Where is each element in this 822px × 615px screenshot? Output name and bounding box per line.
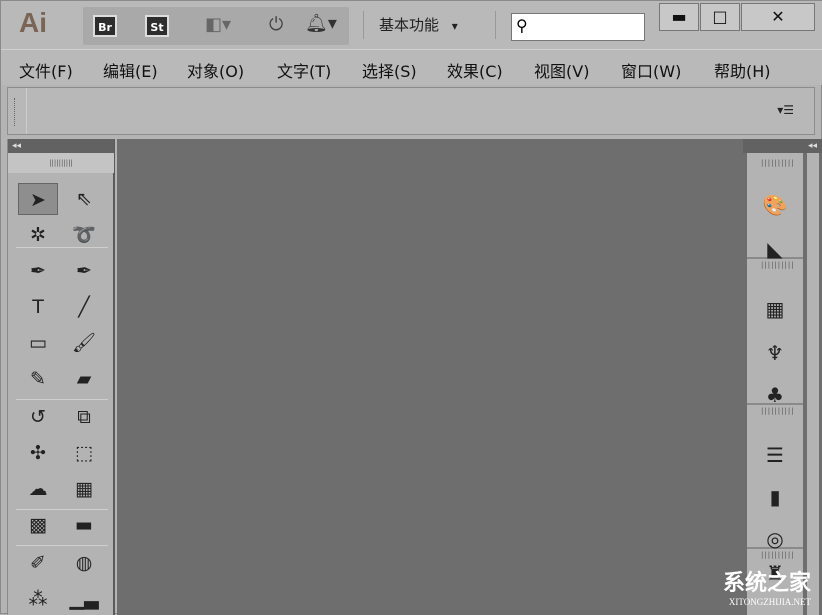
menu-effect[interactable]: 效果(C) (447, 58, 503, 82)
dock-scrollbar[interactable] (807, 153, 819, 615)
close-button[interactable]: ✕ (741, 3, 815, 31)
puppet-warp-tool[interactable]: ✣ (18, 437, 58, 469)
eyedropper-tool[interactable]: ✐ (18, 547, 58, 579)
control-panel: ▾☰ (7, 87, 815, 135)
perspective-grid-tool[interactable]: ▦ (64, 473, 104, 505)
collapse-tools-button[interactable]: ◂◂ (8, 139, 114, 153)
blend-tool[interactable]: ◍ (64, 547, 104, 579)
color-panel-icon[interactable]: 🎨 (747, 185, 803, 225)
sync-icon[interactable]: ⏻ (269, 14, 283, 35)
workspace-label: 基本功能 (379, 16, 439, 34)
menu-type[interactable]: 文字(T) (277, 58, 331, 82)
watermark: 系统之家 XITONGZHIJIA.NET (723, 565, 811, 607)
workspace-switcher[interactable]: 基本功能 ▾ (379, 14, 458, 35)
panel-icons: ||||||||||||||||||||||||||||||||||||||||… (747, 153, 803, 615)
stroke-panel-icon[interactable]: ☰ (747, 435, 803, 475)
menu-view[interactable]: 视图(V) (534, 58, 589, 82)
notifications-icon[interactable]: 🔔︎▾ (305, 13, 337, 34)
free-transform-tool[interactable]: ⬚ (64, 437, 104, 469)
tools-divider (16, 509, 108, 510)
control-menu-icon[interactable]: ▾☰ (777, 103, 794, 117)
mesh-tool[interactable]: ▩ (18, 509, 58, 541)
tools-divider (16, 247, 108, 248)
shape-builder-tool[interactable]: ☁ (18, 473, 58, 505)
line-tool[interactable]: ╱ (64, 291, 104, 323)
paintbrush-tool[interactable]: 🖌 (64, 327, 104, 359)
collapse-dock-button[interactable]: ◂◂ (743, 139, 822, 153)
menu-select[interactable]: 选择(S) (362, 58, 417, 82)
app-bar: Br St ◧▾ ⏻ 🔔︎▾ (83, 7, 349, 45)
control-grip[interactable] (14, 98, 17, 126)
menu-help[interactable]: 帮助(H) (714, 58, 771, 82)
symbol-sprayer-tool[interactable]: ⁂ (18, 583, 58, 615)
menu-edit[interactable]: 编辑(E) (103, 58, 158, 82)
scale-tool[interactable]: ⧉ (64, 401, 104, 433)
menu-object[interactable]: 对象(O) (187, 58, 244, 82)
rectangle-tool[interactable]: ▭ (18, 327, 58, 359)
ai-logo: Ai (19, 7, 47, 39)
column-graph-tool[interactable]: ▁▃ (64, 583, 104, 615)
minimize-button[interactable]: ▬ (659, 3, 699, 31)
gradient-panel-icon[interactable]: ▮ (747, 477, 803, 517)
color-guide-panel-icon[interactable]: ◣ (747, 229, 803, 269)
menu-bar: 文件(F) 编辑(E) 对象(O) 文字(T) 选择(S) 效果(C) 视图(V… (1, 49, 822, 85)
search-input[interactable]: ⚲ (511, 13, 645, 41)
tools-grip[interactable]: |||||||||| (8, 153, 114, 173)
type-tool[interactable]: T (18, 291, 58, 323)
canvas-area[interactable] (117, 139, 743, 615)
menu-file[interactable]: 文件(F) (19, 58, 73, 82)
arrange-documents-icon[interactable]: ◧▾ (205, 14, 231, 35)
direct-selection-tool[interactable]: ⇖ (64, 183, 104, 215)
gradient-tool[interactable]: ▬ (64, 509, 104, 541)
pen-tool[interactable]: ✒ (18, 255, 58, 287)
rotate-tool[interactable]: ↺ (18, 401, 58, 433)
panel-group-grip[interactable]: |||||||||| (761, 159, 795, 167)
tools-divider (16, 399, 108, 400)
eraser-tool[interactable]: ▰ (64, 363, 104, 395)
title-bar: Ai Br St ◧▾ ⏻ 🔔︎▾ 基本功能 ▾ ⚲ ▬ □ ✕ (1, 1, 822, 49)
stock-button[interactable]: St (145, 15, 169, 37)
tools-divider (16, 545, 108, 546)
swatches-panel-icon[interactable]: ▦ (747, 289, 803, 329)
tools-panel: ◂◂ |||||||||| ➤⇖✲➰✒✒T╱▭🖌✎▰↺⧉✣⬚☁▦▩▬✐◍⁂▁▃ (7, 139, 115, 615)
pencil-tool[interactable]: ✎ (18, 363, 58, 395)
menu-window[interactable]: 窗口(W) (621, 58, 681, 82)
search-icon: ⚲ (516, 16, 528, 35)
maximize-button[interactable]: □ (700, 3, 740, 31)
curvature-tool[interactable]: ✒ (64, 255, 104, 287)
bridge-button[interactable]: Br (93, 15, 117, 37)
right-dock: ◂◂ |||||||||||||||||||||||||||||||||||||… (743, 139, 822, 615)
brushes-panel-icon[interactable]: ♆ (747, 333, 803, 373)
symbols-panel-icon[interactable]: ♣ (747, 375, 803, 415)
selection-tool[interactable]: ➤ (18, 183, 58, 215)
chevron-down-icon: ▾ (452, 19, 458, 33)
